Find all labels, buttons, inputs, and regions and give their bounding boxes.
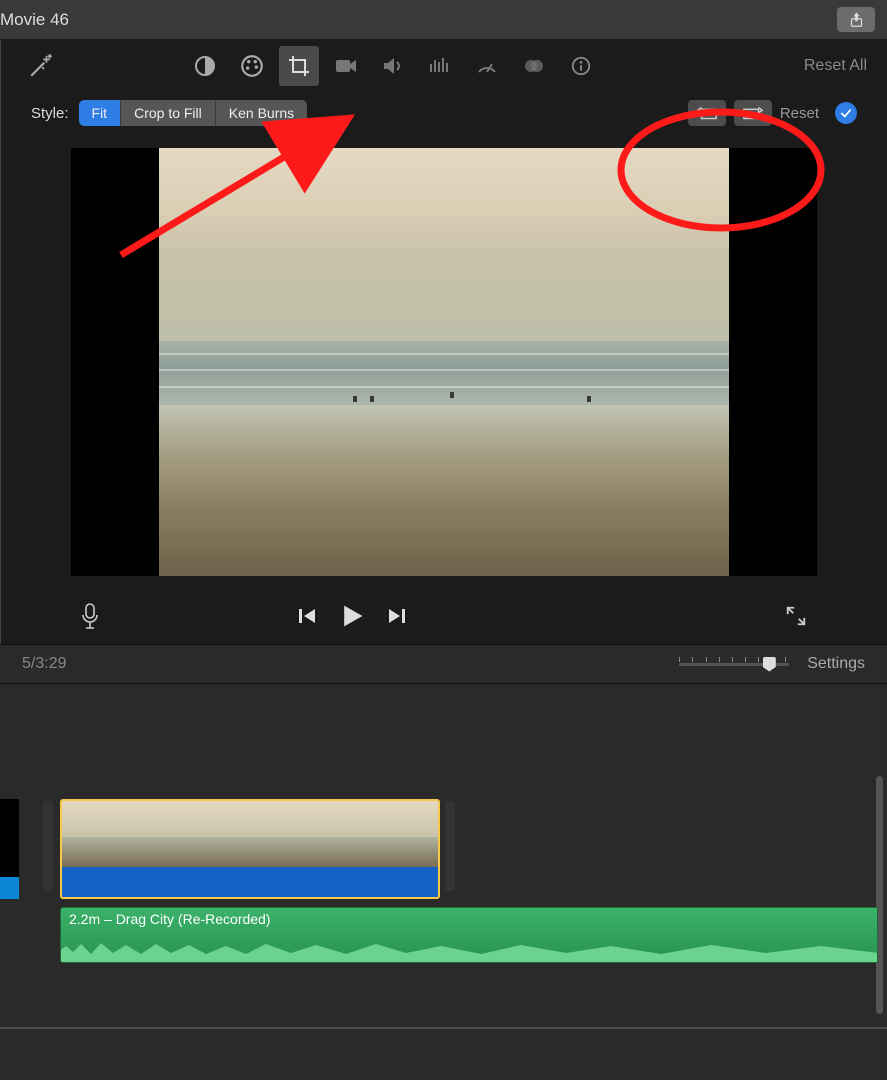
color-correction-button[interactable] xyxy=(232,46,272,86)
rotate-ccw-icon xyxy=(696,105,718,121)
pre-gap-audio xyxy=(0,877,19,899)
play-button[interactable] xyxy=(339,603,365,629)
video-clip[interactable] xyxy=(60,799,440,899)
clip-audio-strip xyxy=(62,867,438,899)
crop-icon xyxy=(287,54,311,78)
playhead-position: 5 xyxy=(22,655,31,673)
equalizer-icon xyxy=(428,56,452,76)
next-button[interactable] xyxy=(387,606,407,626)
rotate-cw-button[interactable] xyxy=(734,100,772,126)
info-icon xyxy=(570,55,592,77)
video-preview[interactable] xyxy=(71,148,817,576)
style-segmented-control: Fit Crop to Fill Ken Burns xyxy=(79,100,308,126)
settings-button[interactable]: Settings xyxy=(807,655,865,673)
reset-all-button[interactable]: Reset All xyxy=(804,57,867,75)
audio-clip-label: 2.2m – Drag City (Re-Recorded) xyxy=(61,908,877,930)
camera-icon xyxy=(334,56,358,76)
crop-button[interactable] xyxy=(279,46,319,86)
playback-controls xyxy=(1,588,887,644)
style-ken-burns-button[interactable]: Ken Burns xyxy=(216,100,307,126)
style-label: Style: xyxy=(31,105,69,122)
timeline-header: 5 / 3:29 Settings xyxy=(0,644,887,684)
palette-icon xyxy=(239,53,265,79)
video-frame xyxy=(159,148,729,576)
volume-button[interactable] xyxy=(373,46,413,86)
share-icon xyxy=(849,11,864,29)
stabilization-button[interactable] xyxy=(326,46,366,86)
overlap-circles-icon xyxy=(522,54,546,78)
rotate-cw-icon xyxy=(742,105,764,121)
timeline-divider xyxy=(0,1027,887,1029)
microphone-icon[interactable] xyxy=(81,603,99,629)
clip-trim-handle-left[interactable] xyxy=(43,801,53,891)
info-button[interactable] xyxy=(561,46,601,86)
fullscreen-button[interactable] xyxy=(785,605,807,627)
crop-reset-button[interactable]: Reset xyxy=(780,105,819,122)
speedometer-icon xyxy=(475,54,499,78)
adjust-toolbar: Reset All xyxy=(1,40,887,92)
rotation-controls: Reset xyxy=(688,100,857,126)
audio-clip[interactable]: 2.2m – Drag City (Re-Recorded) xyxy=(60,907,878,963)
crop-style-bar: Style: Fit Crop to Fill Ken Burns Reset xyxy=(1,92,887,134)
video-lane: 2.2m – Drag City (Re-Recorded) xyxy=(0,799,887,899)
window-titlebar: Movie 46 xyxy=(0,0,887,40)
clip-trim-handle-right[interactable] xyxy=(445,801,455,891)
viewer-panel: Reset All Style: Fit Crop to Fill Ken Bu… xyxy=(0,40,887,644)
total-duration: 3:29 xyxy=(35,655,66,673)
auto-enhance-button[interactable] xyxy=(21,46,61,86)
prev-button[interactable] xyxy=(297,606,317,626)
waveform-icon xyxy=(61,936,878,962)
timeline[interactable]: 2.2m – Drag City (Re-Recorded) xyxy=(0,684,887,1064)
apply-button[interactable] xyxy=(835,102,857,124)
speed-button[interactable] xyxy=(467,46,507,86)
noise-eq-button[interactable] xyxy=(420,46,460,86)
contrast-icon xyxy=(193,54,217,78)
rotate-ccw-button[interactable] xyxy=(688,100,726,126)
clip-filter-button[interactable] xyxy=(514,46,554,86)
color-balance-button[interactable] xyxy=(185,46,225,86)
speaker-icon xyxy=(381,56,405,76)
share-button[interactable] xyxy=(837,7,875,32)
project-title: Movie 46 xyxy=(0,10,69,30)
check-icon xyxy=(839,106,853,120)
style-fit-button[interactable]: Fit xyxy=(79,100,122,126)
magic-wand-icon xyxy=(28,53,54,79)
preview-container xyxy=(1,134,887,588)
style-crop-to-fill-button[interactable]: Crop to Fill xyxy=(121,100,216,126)
zoom-slider-thumb[interactable] xyxy=(763,657,776,672)
zoom-slider[interactable]: Settings xyxy=(679,655,865,673)
